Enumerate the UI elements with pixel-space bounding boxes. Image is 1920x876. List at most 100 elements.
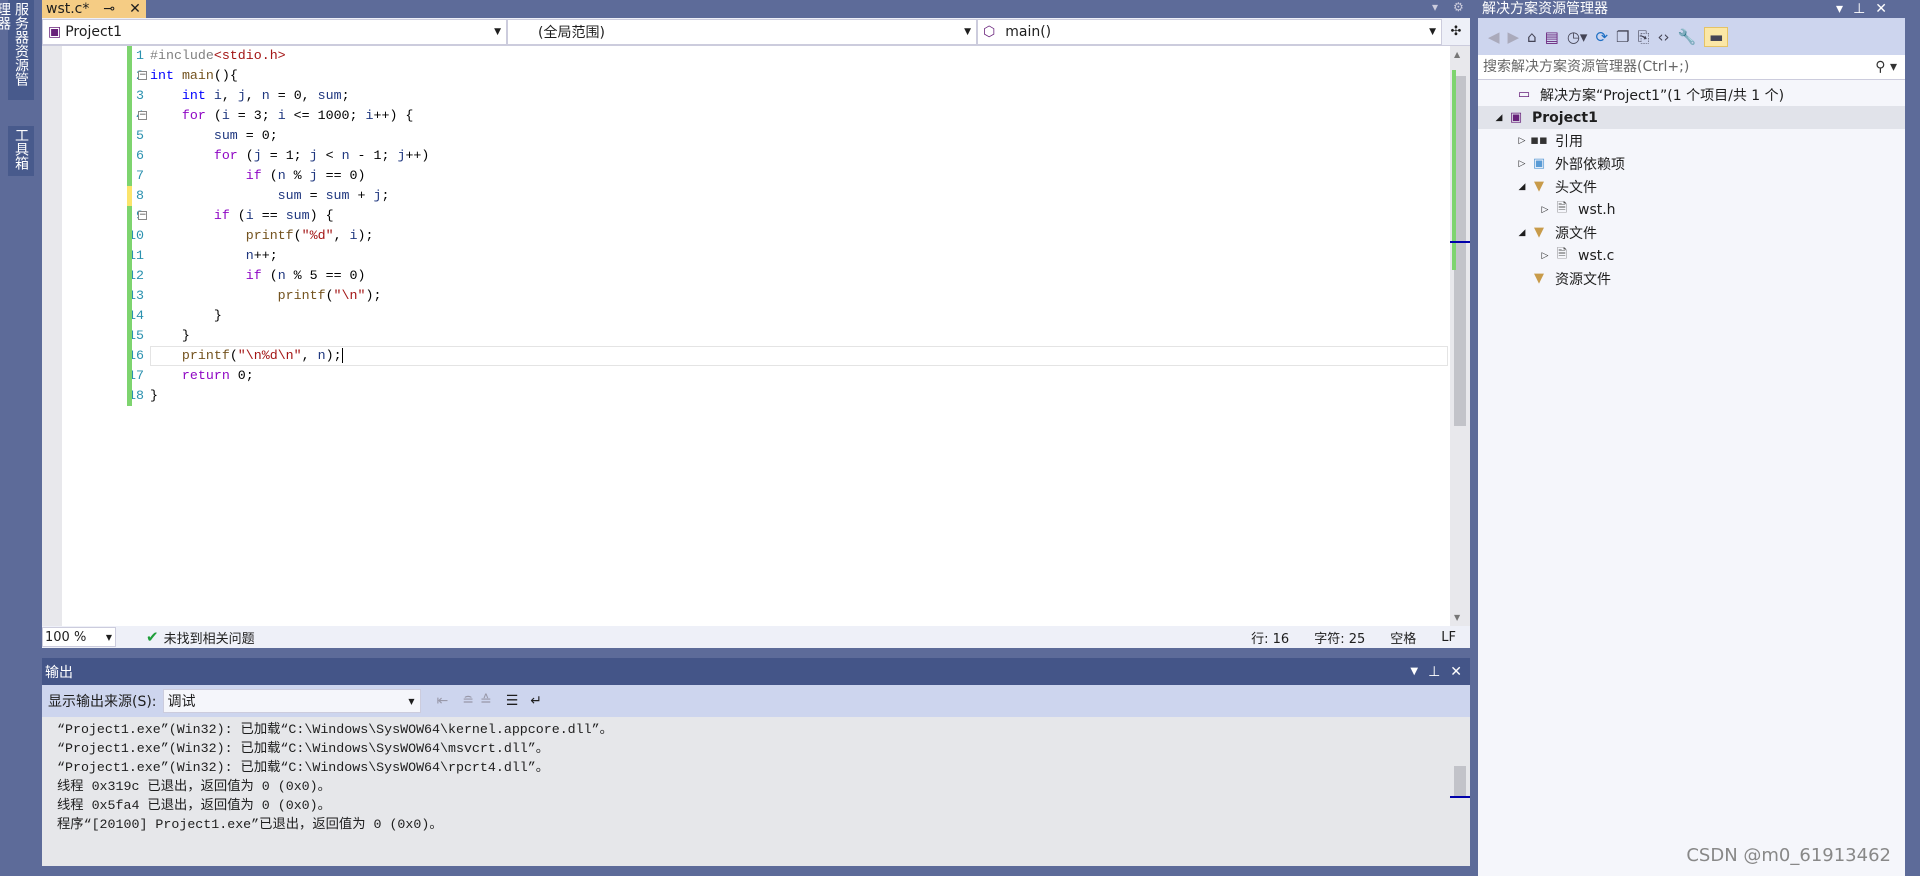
scrollbar-thumb[interactable] — [1454, 766, 1466, 796]
collapsed-arrow-icon[interactable]: ▷ — [1515, 136, 1529, 146]
view-code-icon[interactable]: ‹› — [1657, 28, 1669, 46]
change-indicator — [127, 386, 132, 406]
member-dropdown[interactable]: ⬡ main() ▼ — [977, 19, 1442, 45]
tab-toolbox[interactable]: 工具箱 — [8, 126, 34, 176]
switch-views-icon[interactable]: ▤ — [1545, 28, 1559, 46]
collapse-icon[interactable]: − — [138, 211, 147, 220]
tree-item[interactable]: ◢ ▼ 头文件 — [1478, 175, 1905, 198]
pin-icon[interactable]: ⊸ — [103, 1, 115, 17]
header-file-icon: 🗎 — [1556, 200, 1568, 216]
word-wrap-icon[interactable]: ↵ — [530, 693, 542, 709]
window-controls[interactable]: ▾⊥✕ — [1836, 0, 1897, 18]
project-dropdown[interactable]: ▣ Project1 ▼ — [42, 19, 507, 45]
issues-status[interactable]: 未找到相关问题 — [164, 628, 255, 647]
code-editor[interactable]: 1#include<stdio.h>2−int main(){3 int i, … — [42, 46, 1470, 626]
code-line[interactable]: n++; — [150, 246, 278, 266]
code-line[interactable]: #include<stdio.h> — [150, 46, 286, 66]
output-vertical-scrollbar[interactable] — [1450, 717, 1470, 866]
tab-server-explorer[interactable]: 服务器资源管理器 — [0, 0, 34, 100]
document-tab-wst-c[interactable]: wst.c* ⊸ ✕ — [42, 0, 146, 18]
forward-icon[interactable]: ▶ — [1508, 28, 1520, 46]
sync-icon[interactable]: ⟳ — [1595, 28, 1608, 46]
code-line[interactable]: } — [150, 306, 222, 326]
code-line[interactable]: for (i = 3; i <= 1000; i++) { — [150, 106, 413, 126]
code-line[interactable]: return 0; — [150, 366, 254, 386]
panel-dropdown-icon[interactable]: ▼ — [1410, 666, 1418, 677]
tree-item[interactable]: ◢ ▣ Project1 — [1478, 106, 1905, 129]
collapsed-arrow-icon[interactable]: ▷ — [1538, 205, 1552, 215]
collapsed-arrow-icon[interactable]: ▷ — [1538, 251, 1552, 261]
split-icon[interactable]: ✣ — [1442, 18, 1470, 45]
search-icon: ⚲ ▾ — [1875, 59, 1897, 75]
code-line[interactable]: if (i == sum) { — [150, 206, 334, 226]
pending-changes-icon[interactable]: ◷▾ — [1567, 28, 1588, 46]
next-message-icon[interactable]: ≙ — [480, 693, 492, 709]
home-icon[interactable]: ⌂ — [1527, 28, 1537, 46]
code-line[interactable]: } — [150, 326, 190, 346]
scroll-up-icon[interactable]: ▲ — [1454, 50, 1460, 59]
code-line[interactable]: printf("\n"); — [150, 286, 382, 306]
function-icon: ⬡ — [983, 24, 996, 40]
close-icon[interactable]: ✕ — [129, 1, 141, 17]
collapse-all-icon[interactable]: ❐ — [1616, 28, 1629, 46]
code-line[interactable]: printf("\n%d\n", n); — [150, 346, 343, 366]
change-indicator — [127, 146, 132, 166]
find-message-icon[interactable]: ⇤ — [437, 693, 449, 709]
previous-message-icon[interactable]: ≘ — [462, 693, 474, 709]
tree-item[interactable]: ▷ ▪▪ 引用 — [1478, 129, 1905, 152]
change-indicator — [127, 366, 132, 386]
indent-indicator[interactable]: 空格 — [1390, 628, 1416, 647]
tree-item-label: 外部依赖项 — [1555, 156, 1625, 173]
collapse-icon[interactable]: − — [138, 71, 147, 80]
change-marker — [1452, 70, 1456, 270]
tree-item[interactable]: ▷ 🗎 wst.c — [1478, 244, 1905, 267]
tab-dropdown-icon[interactable]: ▾ — [1432, 0, 1438, 14]
code-line[interactable]: if (n % j == 0) — [150, 166, 366, 186]
output-text[interactable]: “Project1.exe”(Win32): 已加载“C:\Windows\Sy… — [42, 717, 1470, 866]
code-line[interactable]: sum = 0; — [150, 126, 278, 146]
code-line[interactable]: int i, j, n = 0, sum; — [150, 86, 350, 106]
output-title: 输出 — [45, 664, 73, 681]
collapse-icon[interactable]: − — [138, 111, 147, 120]
code-line[interactable]: int main(){ — [150, 66, 238, 86]
editor-margin — [42, 46, 62, 626]
tree-item-label: 解决方案“Project1”(1 个项目/共 1 个) — [1540, 87, 1785, 104]
code-line[interactable]: sum = sum + j; — [150, 186, 390, 206]
editor-vertical-scrollbar[interactable]: ▲ ▼ — [1450, 46, 1470, 626]
change-indicator — [127, 186, 132, 206]
tree-item[interactable]: ▷ ▣ 外部依赖项 — [1478, 152, 1905, 175]
code-line[interactable]: if (n % 5 == 0) — [150, 266, 366, 286]
close-icon[interactable]: ✕ — [1450, 664, 1462, 680]
external-deps-icon: ▣ — [1532, 156, 1546, 171]
tree-item[interactable]: ▼ 资源文件 — [1478, 267, 1905, 290]
solution-search-input[interactable]: 搜索解决方案资源管理器(Ctrl+;) ⚲ ▾ — [1478, 55, 1905, 80]
collapsed-arrow-icon[interactable]: ▷ — [1515, 159, 1529, 169]
settings-icon[interactable]: ⚙ — [1453, 0, 1464, 14]
clear-all-icon[interactable]: ☰ — [506, 693, 519, 709]
scroll-down-icon[interactable]: ▼ — [1454, 613, 1460, 622]
zoom-dropdown[interactable]: 100 % ▼ — [42, 627, 116, 647]
tree-item[interactable]: ▷ 🗎 wst.h — [1478, 198, 1905, 221]
expanded-arrow-icon[interactable]: ◢ — [1515, 228, 1529, 238]
tree-item[interactable]: ◢ ▼ 源文件 — [1478, 221, 1905, 244]
output-source-dropdown[interactable]: 调试 ▼ — [162, 689, 421, 713]
change-indicator — [127, 286, 132, 306]
expanded-arrow-icon[interactable]: ◢ — [1515, 182, 1529, 192]
change-indicator — [127, 206, 132, 226]
preview-selected-icon[interactable]: ▬ — [1704, 26, 1729, 47]
output-toolbar: 显示输出来源(S): 调试 ▼ ⇤ ≘ ≙ ☰ ↵ — [42, 685, 1470, 717]
scope-dropdown[interactable]: (全局范围) ▼ — [507, 19, 977, 45]
tree-item[interactable]: ▭ 解决方案“Project1”(1 个项目/共 1 个) — [1478, 83, 1905, 106]
expanded-arrow-icon[interactable]: ◢ — [1492, 113, 1506, 123]
code-line[interactable]: printf("%d", i); — [150, 226, 374, 246]
back-icon[interactable]: ◀ — [1488, 28, 1500, 46]
code-line[interactable]: } — [150, 386, 158, 406]
pin-icon[interactable]: ⊥ — [1428, 664, 1440, 680]
eol-indicator[interactable]: LF — [1441, 630, 1456, 645]
properties-icon[interactable]: 🔧 — [1677, 28, 1696, 46]
code-line[interactable]: for (j = 1; j < n - 1; j++) — [150, 146, 430, 166]
project-icon: ▣ — [48, 24, 62, 40]
editor-status-bar: 100 % ▼ ✔ 未找到相关问题 行: 16 字符: 25 空格 LF — [42, 626, 1470, 648]
show-all-files-icon[interactable]: ⎘ — [1637, 28, 1649, 46]
change-indicator — [127, 306, 132, 326]
